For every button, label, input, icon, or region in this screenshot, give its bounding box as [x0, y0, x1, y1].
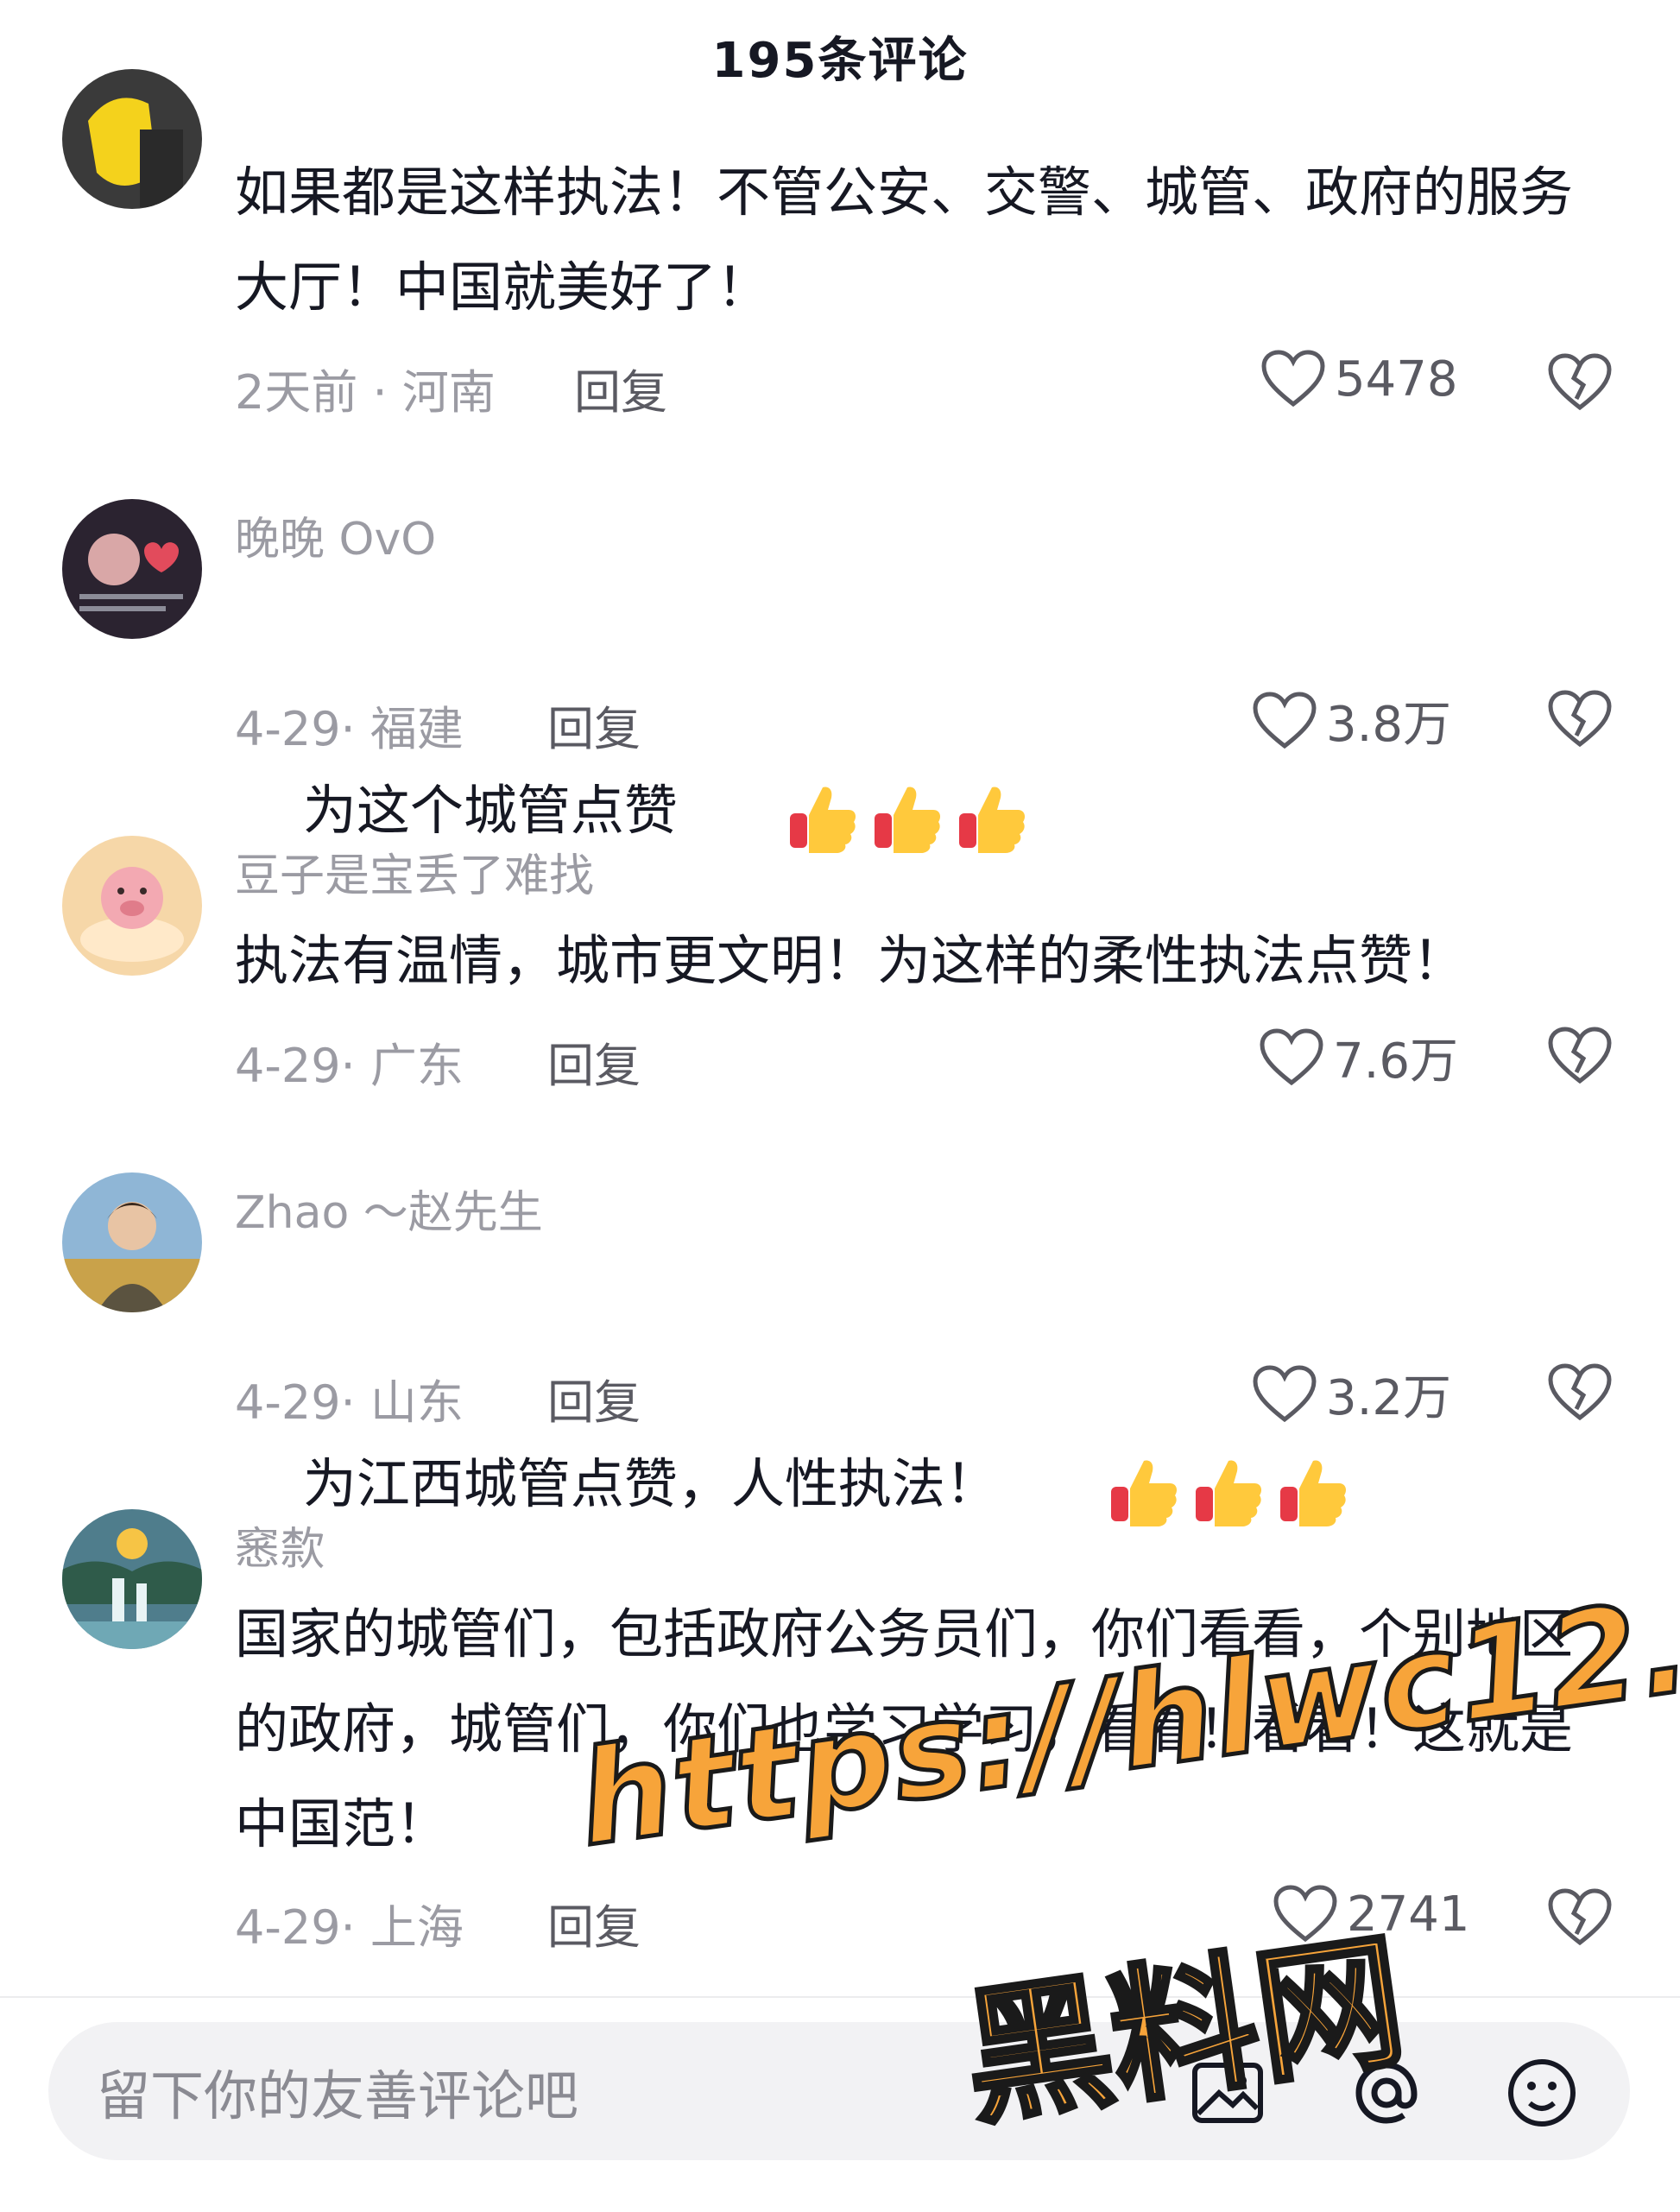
broken-heart-icon	[1547, 1887, 1613, 1948]
reply-button[interactable]: 回复	[547, 1364, 641, 1432]
broken-heart-icon	[1547, 352, 1613, 413]
like-count: 3.8万	[1326, 697, 1452, 753]
smiley-icon[interactable]	[1500, 2051, 1583, 2134]
reply-button[interactable]: 回复	[547, 691, 641, 759]
comment-username[interactable]: 窸歀	[235, 1513, 325, 1577]
comment-username[interactable]: 晚晚 OvO	[235, 502, 436, 567]
thumbs-up-emoji	[785, 781, 859, 855]
thumbs-up-emoji	[1106, 1454, 1180, 1528]
heart-outline-icon	[1252, 1364, 1317, 1425]
like-button[interactable]: 7.6万	[1259, 1022, 1458, 1092]
comment-date-location: 4-29· 山东	[235, 1375, 464, 1430]
avatar[interactable]	[62, 1509, 202, 1649]
thumbs-up-emoji	[1191, 1454, 1265, 1528]
comment-text-content: 为江西城管点赞，人性执法！	[302, 1452, 999, 1516]
like-button[interactable]: 3.8万	[1252, 686, 1451, 755]
like-button[interactable]: 5478	[1260, 349, 1458, 409]
comment-input-placeholder: 留下你的友善评论吧	[97, 2064, 579, 2127]
broken-heart-icon	[1547, 689, 1613, 749]
comment-date-location: 2天前 · 河南	[235, 365, 496, 420]
like-count: 3.2万	[1326, 1370, 1452, 1426]
broken-heart-icon	[1547, 1026, 1613, 1086]
dislike-button[interactable]	[1547, 1362, 1613, 1423]
like-count: 5478	[1335, 351, 1458, 408]
dislike-button[interactable]	[1547, 689, 1613, 749]
thumbs-up-emoji	[954, 781, 1028, 855]
comment-date-location: 4-29· 广东	[235, 1039, 464, 1093]
reply-button[interactable]: 回复	[547, 1027, 641, 1096]
comments-header: 195条评论	[0, 0, 1680, 112]
comment-date-location: 4-29· 福建	[235, 702, 464, 756]
like-count: 7.6万	[1333, 1033, 1459, 1090]
avatar[interactable]	[62, 1172, 202, 1312]
comment-username[interactable]: 豆子是宝丢了难找	[235, 839, 594, 904]
reply-button[interactable]: 回复	[547, 1889, 641, 1957]
dislike-button[interactable]	[1547, 352, 1613, 413]
thumbs-up-emoji	[869, 781, 944, 855]
dislike-button[interactable]	[1547, 1887, 1613, 1948]
avatar[interactable]	[62, 69, 202, 209]
comment-date-location: 4-29· 上海	[235, 1900, 464, 1955]
comment-text: 如果都是这样执法！不管公安、交警、城管、政府的服务大厅！中国就美好了！	[235, 161, 1574, 319]
avatar[interactable]	[62, 836, 202, 976]
thumbs-up-emoji	[1275, 1454, 1349, 1528]
broken-heart-icon	[1547, 1362, 1613, 1423]
like-button[interactable]: 3.2万	[1252, 1359, 1451, 1429]
heart-outline-icon	[1260, 349, 1326, 409]
comment-text-content: 为这个城管点赞	[302, 779, 678, 843]
avatar[interactable]	[62, 499, 202, 639]
comment-count-title: 195条评论	[711, 32, 969, 89]
dislike-button[interactable]	[1547, 1026, 1613, 1086]
heart-outline-icon	[1259, 1027, 1324, 1088]
heart-outline-icon	[1252, 691, 1317, 751]
comment-username[interactable]: Zhao ～赵先生	[235, 1176, 543, 1241]
comment-input-bar: 留下你的友善评论吧	[0, 1996, 1680, 2212]
reply-button[interactable]: 回复	[574, 354, 667, 422]
comment-text: 执法有温情，城市更文明！为这样的柔性执法点赞！	[235, 929, 1467, 992]
